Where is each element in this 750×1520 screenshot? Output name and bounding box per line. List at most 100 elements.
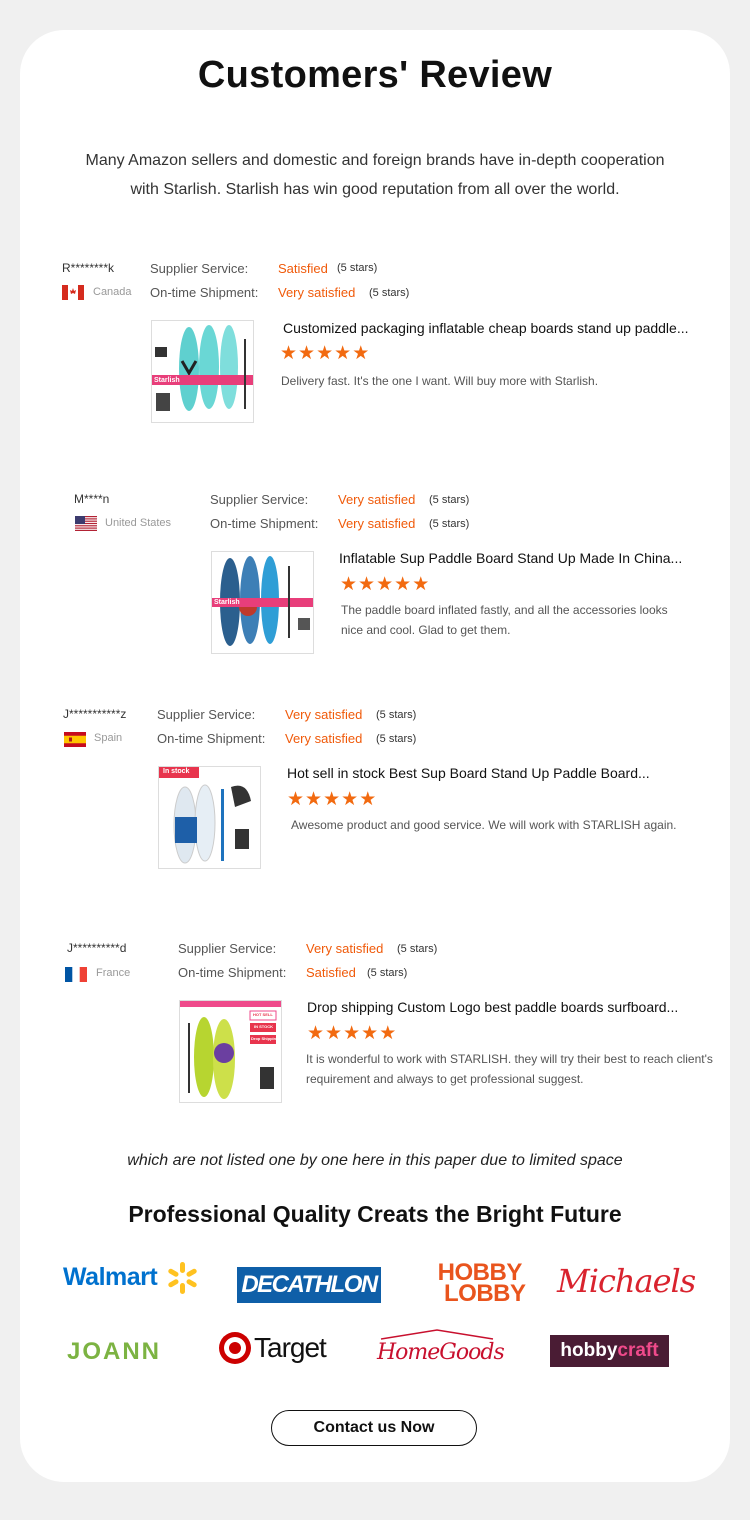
ontime-shipment-stars: (5 stars)	[429, 518, 470, 530]
star-icon: ★	[305, 789, 323, 810]
walmart-spark-icon	[167, 1261, 197, 1294]
star-icon: ★	[334, 343, 352, 364]
supplier-service-value: Very satisfied	[306, 941, 384, 956]
star-icon: ★	[361, 1023, 379, 1044]
supplier-service-label: Supplier Service:	[150, 261, 249, 276]
homegoods-logo: HomeGoods	[377, 1328, 505, 1365]
rating-stars: ★ ★ ★ ★ ★	[287, 790, 376, 809]
ontime-shipment-value: Satisfied	[306, 965, 356, 980]
supplier-service-stars: (5 stars)	[376, 709, 417, 721]
ontime-shipment-label: On-time Shipment:	[210, 516, 319, 531]
walmart-wordmark: Walmart	[63, 1263, 158, 1291]
supplier-service-label: Supplier Service:	[210, 492, 309, 507]
intro-line: with Starlish. Starlish has win good rep…	[130, 181, 620, 198]
supplier-service-value: Satisfied	[278, 261, 328, 276]
ontime-shipment-label: On-time Shipment:	[150, 285, 259, 300]
reviewer-country: France	[96, 967, 131, 979]
ontime-shipment-value: Very satisfied	[338, 516, 416, 531]
hobbycraft-logo: hobby craft	[550, 1335, 669, 1367]
thumbnail-tag: HOT SELL	[253, 1012, 273, 1017]
product-thumbnail[interactable]: In stock	[158, 766, 261, 869]
canada-flag-icon	[62, 285, 84, 300]
rating-stars: ★ ★ ★ ★ ★	[307, 1024, 396, 1043]
star-icon: ★	[394, 574, 412, 595]
hobby-lobby-line: LOBBY	[444, 1280, 526, 1307]
thumbnail-tag: Drop Shipping	[251, 1036, 279, 1041]
star-icon: ★	[280, 343, 298, 364]
walmart-logo: Walmart	[63, 1261, 200, 1296]
ontime-shipment-stars: (5 stars)	[376, 733, 417, 745]
product-title[interactable]: Hot sell in stock Best Sup Board Stand U…	[287, 765, 650, 781]
star-icon: ★	[341, 789, 359, 810]
homegoods-wordmark: HomeGoods	[377, 1340, 505, 1365]
target-bullseye-icon	[219, 1332, 251, 1364]
reviewer-country: Spain	[94, 732, 123, 744]
ontime-shipment-stars: (5 stars)	[367, 967, 408, 979]
partners-title: Professional Quality Creats the Bright F…	[128, 1201, 622, 1227]
star-icon: ★	[352, 343, 370, 364]
reviewer-country: United States	[105, 517, 172, 529]
star-icon: ★	[340, 574, 358, 595]
ontime-shipment-value: Very satisfied	[278, 285, 356, 300]
ontime-shipment-value: Very satisfied	[285, 731, 363, 746]
product-title[interactable]: Drop shipping Custom Logo best paddle bo…	[307, 999, 678, 1015]
review-text: The paddle board inflated fastly, and al…	[341, 603, 668, 637]
thumbnail-tag: IN STOCK	[254, 1024, 274, 1029]
star-icon: ★	[325, 1023, 343, 1044]
hobbycraft-wordmark-a: hobby	[560, 1340, 618, 1361]
star-icon: ★	[358, 574, 376, 595]
supplier-service-stars: (5 stars)	[397, 943, 438, 955]
hobby-lobby-logo: HOBBY LOBBY	[434, 1261, 526, 1307]
star-icon: ★	[412, 574, 430, 595]
star-icon: ★	[359, 789, 377, 810]
target-logo: Target	[218, 1331, 327, 1365]
reviewer-country: Canada	[93, 286, 132, 298]
in-stock-badge: In stock	[163, 768, 190, 775]
product-title[interactable]: Inflatable Sup Paddle Board Stand Up Mad…	[339, 550, 682, 566]
decathlon-wordmark: DECATHLON	[241, 1271, 378, 1298]
supplier-service-label: Supplier Service:	[178, 941, 277, 956]
ontime-shipment-label: On-time Shipment:	[178, 965, 287, 980]
review-text: It is wonderful to work with STARLISH. t…	[306, 1052, 713, 1086]
reviewer-name: R********k	[62, 261, 115, 275]
intro-line: Many Amazon sellers and domestic and for…	[85, 152, 665, 169]
product-thumbnail[interactable]: HOT SELL IN STOCK Drop Shipping	[179, 1000, 282, 1103]
product-thumbnail[interactable]: Starlish	[211, 551, 314, 654]
usa-flag-icon	[75, 516, 97, 531]
supplier-service-stars: (5 stars)	[337, 262, 378, 274]
star-icon: ★	[343, 1023, 361, 1044]
footnote-text: which are not listed one by one here in …	[127, 1152, 623, 1169]
reviewer-name: J**********d	[67, 941, 127, 955]
review-text: Awesome product and good service. We wil…	[291, 818, 677, 832]
star-icon: ★	[376, 574, 394, 595]
michaels-logo: Michaels	[557, 1262, 696, 1300]
page-title: Customers' Review	[197, 54, 553, 96]
joann-logo: JOANN	[67, 1338, 161, 1366]
star-icon: ★	[323, 789, 341, 810]
supplier-service-value: Very satisfied	[338, 492, 416, 507]
star-icon: ★	[298, 343, 316, 364]
supplier-service-stars: (5 stars)	[429, 494, 470, 506]
reviewer-name: M****n	[74, 492, 110, 506]
thumbnail-brand-label: Starlish	[154, 377, 180, 384]
paddle-board-image-icon	[159, 767, 260, 868]
homegoods-roof-icon	[380, 1329, 494, 1340]
review-text: Delivery fast. It's the one I want. Will…	[281, 374, 599, 388]
supplier-service-label: Supplier Service:	[157, 707, 256, 722]
product-title[interactable]: Customized packaging inflatable cheap bo…	[283, 320, 689, 336]
supplier-service-value: Very satisfied	[285, 707, 363, 722]
thumbnail-brand-label: Starlish	[214, 599, 240, 606]
product-thumbnail[interactable]: Starlish	[151, 320, 254, 423]
spain-flag-icon	[64, 732, 86, 747]
contact-us-button[interactable]: Contact us Now	[271, 1410, 477, 1446]
rating-stars: ★ ★ ★ ★ ★	[340, 575, 429, 594]
paddle-board-image-icon	[152, 321, 253, 422]
star-icon: ★	[316, 343, 334, 364]
reviewer-name: J***********z	[63, 707, 127, 721]
france-flag-icon	[65, 967, 87, 982]
star-icon: ★	[287, 789, 305, 810]
target-wordmark: Target	[254, 1332, 327, 1363]
michaels-wordmark: Michaels	[557, 1262, 696, 1300]
star-icon: ★	[379, 1023, 397, 1044]
decathlon-logo: DECATHLON	[237, 1267, 381, 1303]
